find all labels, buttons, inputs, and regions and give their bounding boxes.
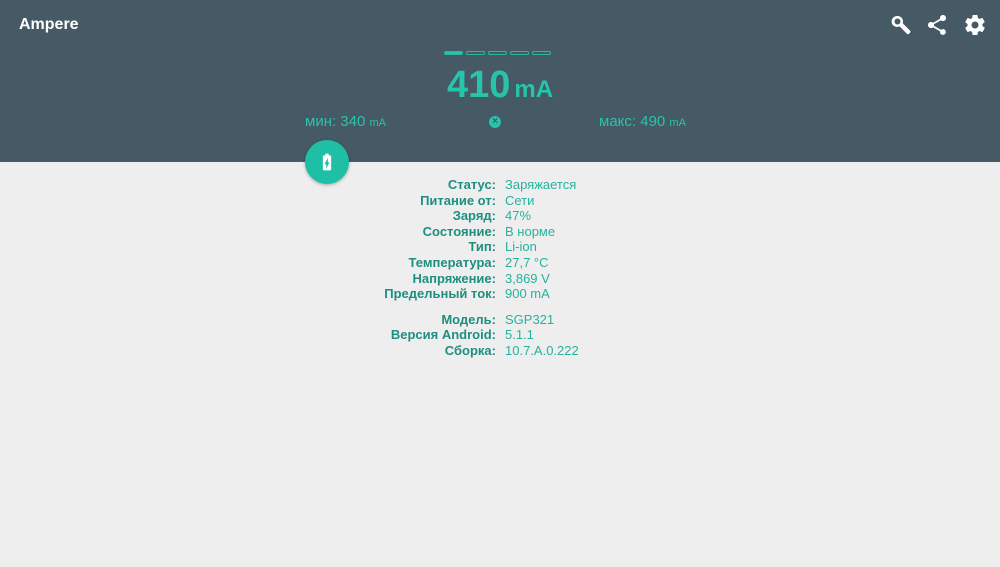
- wrench-icon[interactable]: [889, 13, 913, 37]
- min-reading: мин: 340 mA: [305, 113, 386, 130]
- gear-icon[interactable]: [963, 13, 987, 37]
- info-label: Статус:: [447, 177, 496, 192]
- share-icon[interactable]: [925, 13, 949, 37]
- info-label: Предельный ток:: [384, 286, 496, 302]
- info-value: 10.7.A.0.222: [505, 342, 579, 358]
- info-label: Тип:: [468, 239, 496, 255]
- info-row: Тип: Li-ion: [300, 239, 700, 255]
- page-indicator[interactable]: [488, 51, 507, 55]
- app-title: Ampere: [19, 16, 79, 33]
- battery-info-table: Статус: Заряжается Питание от: Сети Заряд: 47…: [300, 177, 700, 359]
- info-value: Сети: [505, 192, 535, 208]
- info-value: 47%: [505, 208, 532, 224]
- info-label: Состояние:: [422, 223, 496, 239]
- info-value: 27,7 °C: [505, 254, 549, 270]
- app-bar: Ampere 410 mA мин: 340 mA × макс: 490 mA: [0, 0, 1000, 162]
- current-reading: 410 mA: [0, 63, 1000, 115]
- info-label: Напряжение:: [412, 270, 496, 286]
- page-indicator[interactable]: [510, 51, 529, 55]
- current-value: 410: [446, 64, 511, 106]
- page-indicator[interactable]: [444, 51, 463, 55]
- info-row: Состояние: В норме: [300, 224, 700, 240]
- reset-minmax-button[interactable]: ×: [489, 116, 501, 128]
- info-label: Сборка:: [444, 342, 496, 358]
- page-indicator[interactable]: [466, 51, 485, 55]
- info-row: Питание от: Сети: [300, 193, 700, 209]
- info-row: Предельный ток: 900 mA: [300, 286, 700, 302]
- info-value: SGP321: [505, 311, 555, 327]
- info-row: Версия Android: 5.1.1: [300, 327, 700, 343]
- max-unit: mA: [669, 117, 686, 129]
- page-indicators: [444, 51, 551, 55]
- battery-icon: [322, 153, 332, 171]
- info-row: Модель: SGP321: [300, 312, 700, 328]
- info-value: Li-ion: [505, 239, 537, 255]
- info-label: Температура:: [408, 254, 496, 270]
- min-label: мин: 340: [305, 113, 366, 130]
- info-label: Питание от:: [420, 192, 496, 208]
- info-row: Температура: 27,7 °C: [300, 255, 700, 271]
- max-reading: макс: 490 mA: [599, 113, 686, 130]
- info-label: Заряд:: [452, 208, 496, 224]
- info-value: Заряжается: [505, 177, 577, 192]
- info-row: Напряжение: 3,869 V: [300, 271, 700, 287]
- section-spacer: [300, 302, 700, 312]
- info-label: Модель:: [441, 311, 496, 327]
- min-unit: mA: [369, 117, 387, 129]
- info-label: Версия Android:: [390, 327, 496, 343]
- info-value: 5.1.1: [505, 327, 534, 343]
- info-value: 900 mA: [505, 286, 550, 302]
- current-unit: mA: [514, 76, 554, 103]
- info-value: В норме: [505, 223, 556, 239]
- info-value: 3,869 V: [505, 270, 550, 286]
- info-row: Статус: Заряжается: [300, 177, 700, 193]
- max-label: макс: 490: [599, 113, 666, 130]
- info-row: Сборка: 10.7.A.0.222: [300, 343, 700, 359]
- page-indicator[interactable]: [532, 51, 551, 55]
- info-row: Заряд: 47%: [300, 208, 700, 224]
